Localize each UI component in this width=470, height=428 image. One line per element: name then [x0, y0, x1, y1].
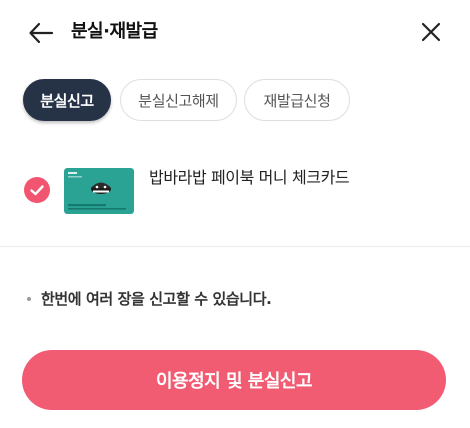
card-name: 밥바라밥 페이북 머니 체크카드 [149, 168, 350, 187]
card-list-item[interactable]: 밥바라밥 페이북 머니 체크카드 [0, 165, 470, 221]
suspend-and-report-button[interactable]: 이용정지 및 분실신고 [22, 350, 446, 410]
card-image [64, 168, 134, 214]
arrow-left-icon[interactable] [28, 20, 54, 46]
tab-lost-report-cancel[interactable]: 분실신고해제 [120, 79, 237, 121]
bullet-icon [27, 297, 31, 301]
divider [0, 246, 470, 247]
page-title: 분실·재발급 [71, 21, 158, 42]
close-icon[interactable] [420, 21, 442, 43]
header: 분실·재발급 [0, 0, 470, 64]
checkmark-icon [30, 185, 44, 196]
notice-text: 한번에 여러 장을 신고할 수 있습니다. [41, 290, 272, 308]
checkbox-checked[interactable] [24, 177, 50, 203]
tab-reissue-request[interactable]: 재발급신청 [244, 79, 350, 121]
tab-lost-report[interactable]: 분실신고 [23, 79, 111, 121]
